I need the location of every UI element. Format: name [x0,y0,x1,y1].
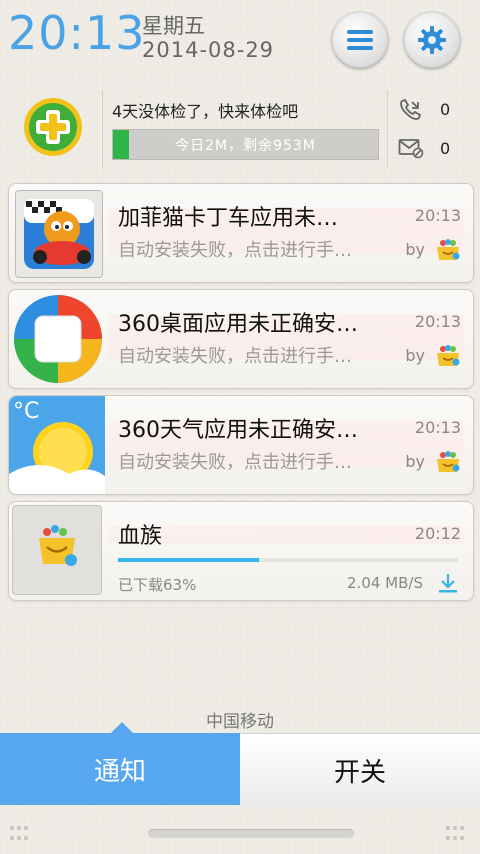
download-progress-text: 已下载63% [118,576,197,594]
security-logo-button[interactable] [22,96,84,158]
360-security-logo-icon [24,98,82,156]
notification-by-label: by [405,346,425,365]
gear-icon [418,26,446,54]
missed-calls-row[interactable]: 0 [398,98,450,126]
sms-icon [398,139,424,159]
notification-title: 360桌面应用未正确安… [118,312,358,337]
data-usage-label: 今日2M，剩余953M [175,137,316,154]
notification-title: 加菲猫卡丁车应用未… [118,206,339,231]
data-usage-bar[interactable]: 今日2M，剩余953M [112,129,379,160]
notification-subtitle: 自动安装失败，点击进行手… [118,346,352,367]
notification-time: 20:13 [414,206,461,225]
download-title: 血族 [118,524,163,549]
download-speed: 2.04 MB/S [347,574,423,592]
notification-title: 360天气应用未正确安… [118,418,358,443]
app-market-icon [437,239,460,260]
drag-grip-icon [10,826,32,842]
missed-calls-count: 0 [440,100,451,119]
drag-grip-icon [446,826,468,842]
notification-subtitle: 自动安装失败，点击进行手… [118,452,352,473]
download-card[interactable]: 血族 20:12 已下载63% 2.04 MB/S [8,501,474,601]
download-time: 20:12 [414,524,461,543]
unread-sms-count: 0 [440,139,451,158]
divider [102,90,103,168]
notification-time: 20:13 [414,312,461,331]
svg-text:°C: °C [13,399,39,424]
menu-icon [347,26,373,54]
notification-subtitle: 自动安装失败，点击进行手… [118,240,352,261]
app-market-icon [437,451,460,472]
carrier-label: 中国移动 [206,712,274,732]
notification-card[interactable]: °C 360天气应用未正确安… 20:13 自动安装失败，点击进行手… by [8,395,474,495]
menu-button[interactable] [332,12,388,68]
360-weather-app-icon: °C [9,396,105,494]
tab-notifications[interactable]: 通知 [0,733,240,805]
app-market-large-icon [12,505,102,595]
unread-sms-row[interactable]: 0 [398,137,450,163]
settings-button[interactable] [404,12,460,68]
missed-call-icon [400,98,422,120]
notification-time: 20:13 [414,418,461,437]
notification-card[interactable]: 360桌面应用未正确安… 20:13 自动安装失败，点击进行手… by [8,289,474,389]
date-label: 2014-08-29 [142,38,275,62]
notification-by-label: by [405,452,425,471]
checkup-reminder[interactable]: 4天没体检了，快来体检吧 [112,98,298,122]
card-highlight [109,526,463,544]
clock-time: 20:13 [8,6,146,60]
app-market-icon [437,345,460,366]
divider [387,90,388,168]
360-launcher-app-icon [14,295,102,383]
notification-card[interactable]: 加菲猫卡丁车应用未… 20:13 自动安装失败，点击进行手… by [8,183,474,283]
weekday-label: 星期五 [142,14,205,38]
download-progress-track [118,558,458,562]
garfield-kart-app-icon [15,190,103,278]
panel-drag-handle[interactable] [148,829,354,838]
tab-switches[interactable]: 开关 [240,733,480,806]
download-progress-fill [118,558,260,562]
notification-by-label: by [405,240,425,259]
download-icon[interactable] [437,572,459,594]
